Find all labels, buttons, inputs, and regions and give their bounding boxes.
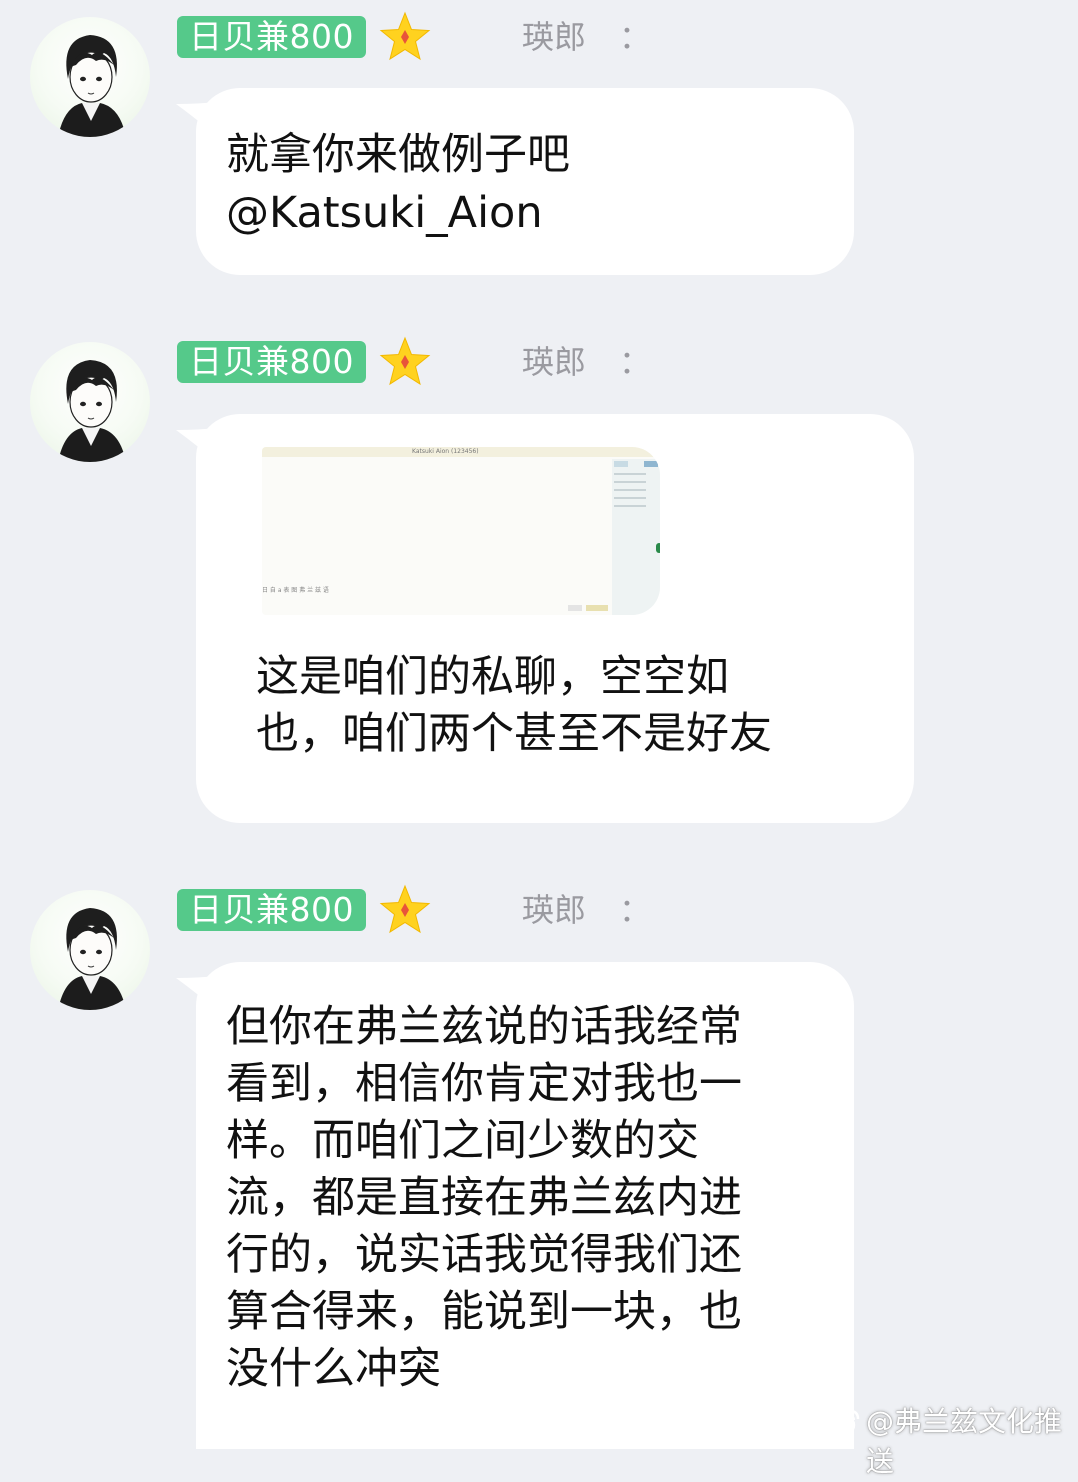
- screenshot-dot: [656, 543, 660, 553]
- screenshot-side-line: [614, 489, 646, 491]
- avatar[interactable]: [30, 890, 150, 1010]
- message-line: 没什么冲突: [226, 1344, 441, 1394]
- screenshot-title-text: Katsuki Aion (123456): [412, 448, 479, 455]
- message-line: 这是咱们的私聊，空空如: [256, 652, 729, 702]
- screenshot-toolbar-text: 日 自 a 表 图 弗 兰 兹 语: [262, 587, 329, 594]
- message-line: 算合得来，能说到一块，也: [226, 1287, 742, 1337]
- message-line: 流，都是直接在弗兰兹内进: [226, 1173, 742, 1223]
- message-line: 样。而咱们之间少数的交: [226, 1116, 699, 1166]
- avatar-illustration: [58, 908, 126, 1010]
- sender-name[interactable]: 瑛郎: [522, 889, 586, 931]
- star-icon: [378, 883, 432, 937]
- message-line: 看到，相信你肯定对我也一: [226, 1059, 742, 1109]
- weibo-icon: [822, 1405, 862, 1439]
- sender-colon: ：: [619, 18, 652, 56]
- message-line: 也，咱们两个甚至不是好友: [256, 709, 772, 759]
- message-bubble[interactable]: 就拿你来做例子吧 @Katsuki_Aion: [196, 88, 854, 275]
- star-icon: [378, 335, 432, 389]
- message-line: 就拿你来做例子吧: [226, 130, 570, 180]
- avatar[interactable]: [30, 17, 150, 137]
- screenshot-side-line: [614, 497, 646, 499]
- user-level-badge: 日贝兼800: [177, 341, 366, 383]
- sender-colon: ：: [619, 343, 652, 381]
- avatar-illustration: [58, 35, 126, 137]
- screenshot-image[interactable]: Katsuki Aion (123456) 日 自 a 表 图 弗 兰 兹 语: [262, 447, 660, 615]
- avatar-illustration: [58, 360, 126, 462]
- user-level-badge: 日贝兼800: [177, 889, 366, 931]
- screenshot-side-line: [614, 481, 646, 483]
- avatar[interactable]: [30, 342, 150, 462]
- screenshot-side-line: [614, 473, 646, 475]
- message-line: 行的，说实话我觉得我们还: [226, 1230, 742, 1280]
- screenshot-side-tab: [644, 461, 658, 467]
- screenshot-side-line: [614, 505, 646, 507]
- sender-colon: ：: [619, 891, 652, 929]
- watermark-text: @弗兰兹文化推送: [866, 1405, 1063, 1478]
- sender-name[interactable]: 瑛郎: [522, 341, 586, 383]
- message-line: 但你在弗兰兹说的话我经常: [226, 1002, 742, 1052]
- star-icon: [378, 10, 432, 64]
- mention-link[interactable]: @Katsuki_Aion: [226, 184, 543, 242]
- screenshot-side-tab: [614, 461, 628, 467]
- sender-name[interactable]: 瑛郎: [522, 16, 586, 58]
- user-level-badge: 日贝兼800: [177, 16, 366, 58]
- message-bubble[interactable]: 但你在弗兰兹说的话我经常 看到，相信你肯定对我也一 样。而咱们之间少数的交 流，…: [196, 962, 854, 1449]
- screenshot-send-button: [586, 605, 608, 611]
- screenshot-close-button: [568, 605, 582, 611]
